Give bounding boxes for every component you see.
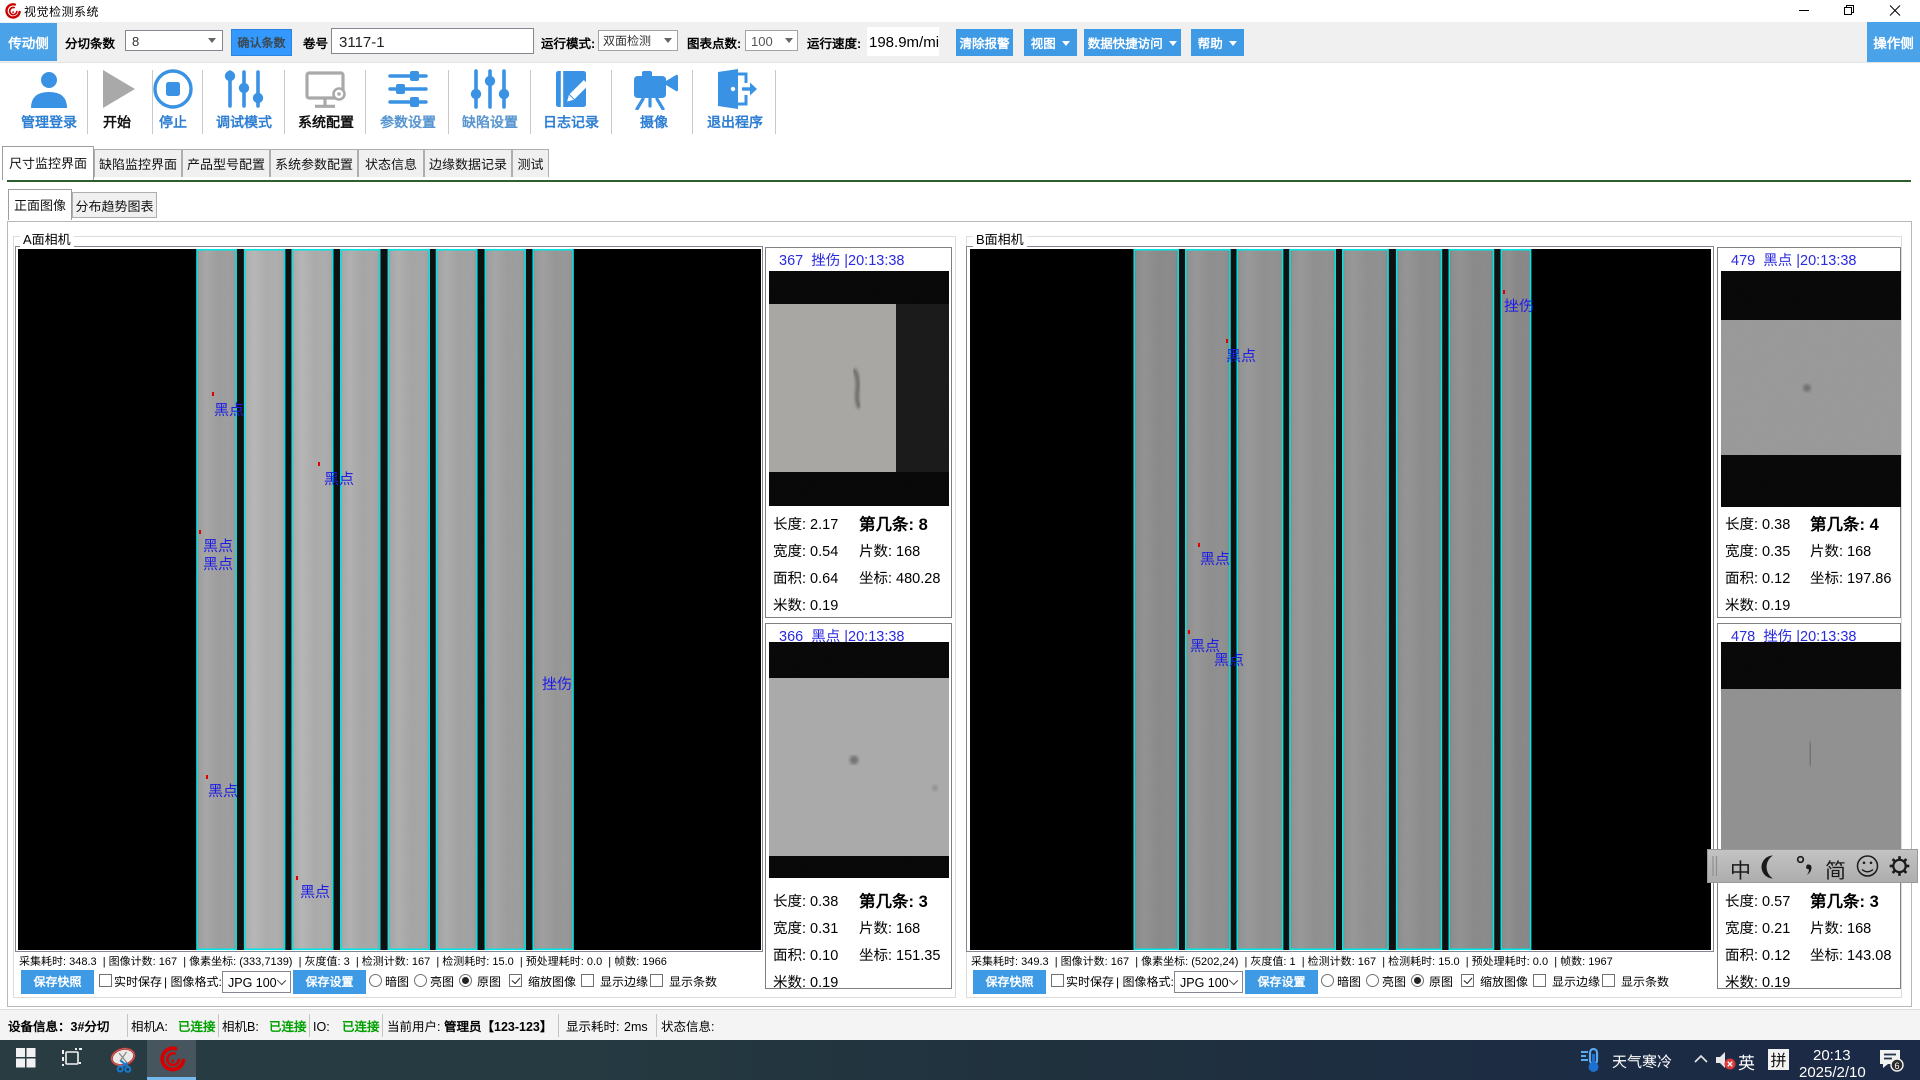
svg-text:6: 6 xyxy=(1894,1061,1899,1071)
